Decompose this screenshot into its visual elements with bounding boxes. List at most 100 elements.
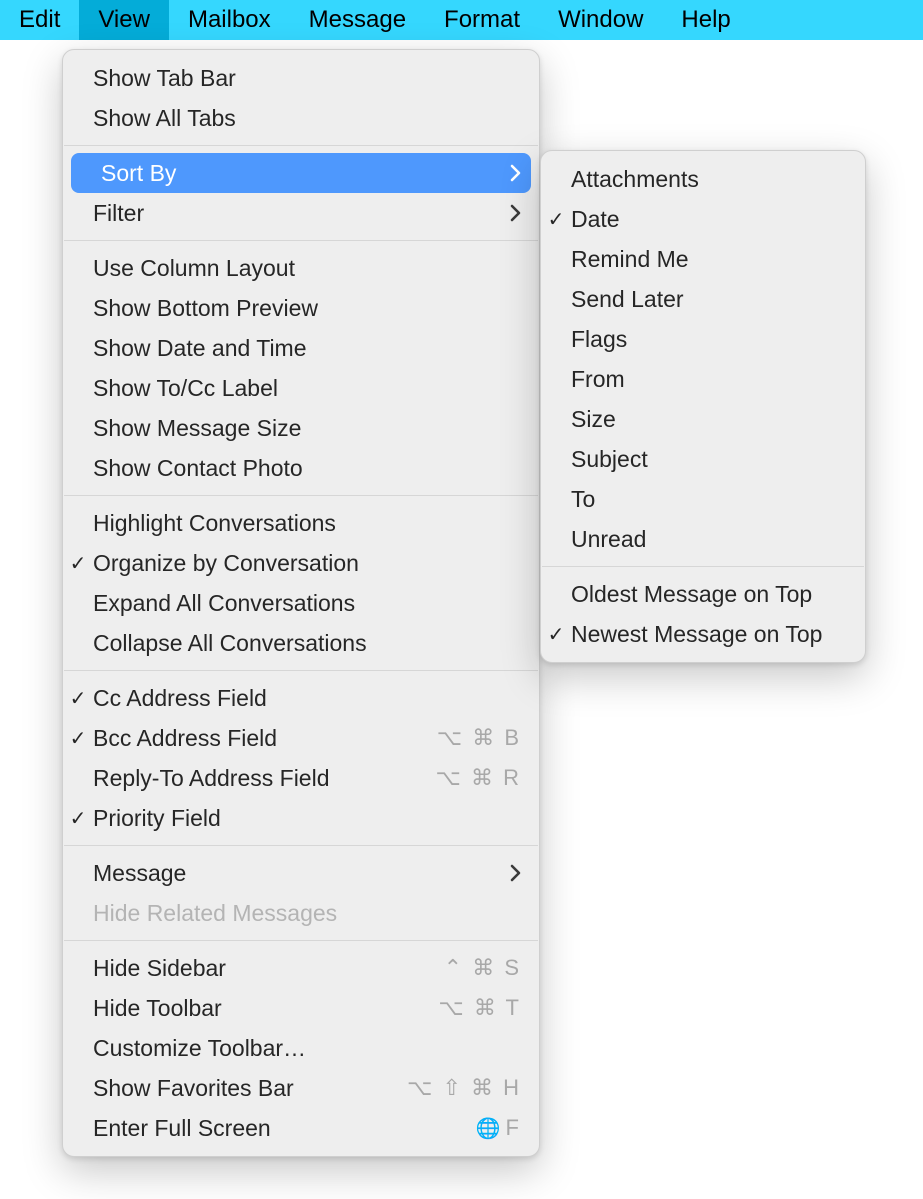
menu-item-label: Date — [571, 206, 847, 233]
menu-item-label: Attachments — [571, 166, 847, 193]
menu-item-label: Use Column Layout — [93, 255, 521, 282]
menu-item-reply-to-address-field[interactable]: Reply-To Address Field⌥ ⌘ R — [63, 758, 539, 798]
sort-item-newest-on-top[interactable]: ✓Newest Message on Top — [541, 614, 865, 654]
menu-item-label: Enter Full Screen — [93, 1115, 464, 1142]
menu-item-label: Expand All Conversations — [93, 590, 521, 617]
menu-item-label: Size — [571, 406, 847, 433]
menu-item-enter-full-screen[interactable]: Enter Full Screen 🌐F — [63, 1108, 539, 1148]
check-icon: ✓ — [63, 686, 93, 711]
sort-item-flags[interactable]: Flags — [541, 319, 865, 359]
menu-item-show-all-tabs[interactable]: Show All Tabs — [63, 98, 539, 138]
menu-item-label: Hide Toolbar — [93, 995, 426, 1022]
check-icon: ✓ — [63, 551, 93, 576]
menu-item-bcc-address-field[interactable]: ✓Bcc Address Field ⌥ ⌘ B — [63, 718, 539, 758]
menu-item-label: Reply-To Address Field — [93, 765, 424, 792]
menubar-item-format[interactable]: Format — [425, 0, 539, 40]
sort-item-send-later[interactable]: Send Later — [541, 279, 865, 319]
sort-by-submenu: Attachments ✓Date Remind Me Send Later F… — [540, 150, 866, 663]
menu-item-customize-toolbar[interactable]: Customize Toolbar… — [63, 1028, 539, 1068]
menu-item-label: Hide Related Messages — [93, 900, 521, 927]
sort-item-from[interactable]: From — [541, 359, 865, 399]
menubar-item-message[interactable]: Message — [290, 0, 425, 40]
sort-item-subject[interactable]: Subject — [541, 439, 865, 479]
menu-item-label: Unread — [571, 526, 847, 553]
menubar-item-edit[interactable]: Edit — [0, 0, 79, 40]
menu-item-organize-by-conversation[interactable]: ✓Organize by Conversation — [63, 543, 539, 583]
view-dropdown-menu: Show Tab Bar Show All Tabs Sort By Filte… — [62, 49, 540, 1157]
menu-item-label: Show Favorites Bar — [93, 1075, 395, 1102]
sort-item-size[interactable]: Size — [541, 399, 865, 439]
menu-item-show-contact-photo[interactable]: Show Contact Photo — [63, 448, 539, 488]
menu-item-label: Show Message Size — [93, 415, 521, 442]
menu-item-show-favorites-bar[interactable]: Show Favorites Bar ⌥ ⇧ ⌘ H — [63, 1068, 539, 1108]
menu-item-label: Subject — [571, 446, 847, 473]
menu-item-show-to-cc-label[interactable]: Show To/Cc Label — [63, 368, 539, 408]
menubar-item-mailbox[interactable]: Mailbox — [169, 0, 290, 40]
menu-separator — [64, 670, 538, 671]
menubar-item-help[interactable]: Help — [662, 0, 749, 40]
sort-item-remind-me[interactable]: Remind Me — [541, 239, 865, 279]
menu-item-label: Filter — [93, 200, 498, 227]
check-icon: ✓ — [63, 726, 93, 751]
menu-item-show-tab-bar[interactable]: Show Tab Bar — [63, 58, 539, 98]
keyboard-shortcut: ⌥ ⌘ B — [437, 725, 521, 751]
menubar-label: View — [98, 6, 150, 34]
sort-item-attachments[interactable]: Attachments — [541, 159, 865, 199]
menu-item-label: Flags — [571, 326, 847, 353]
menu-item-expand-all-conversations[interactable]: Expand All Conversations — [63, 583, 539, 623]
menu-item-label: Show Contact Photo — [93, 455, 521, 482]
menubar-label: Mailbox — [188, 6, 271, 34]
menu-item-show-message-size[interactable]: Show Message Size — [63, 408, 539, 448]
menu-item-label: Show Date and Time — [93, 335, 521, 362]
menu-separator — [542, 566, 864, 567]
menubar-label: Message — [309, 6, 406, 34]
menu-item-hide-sidebar[interactable]: Hide Sidebar⌃ ⌘ S — [63, 948, 539, 988]
menu-item-label: Show To/Cc Label — [93, 375, 521, 402]
menu-item-cc-address-field[interactable]: ✓Cc Address Field — [63, 678, 539, 718]
menu-item-label: Highlight Conversations — [93, 510, 521, 537]
sort-item-unread[interactable]: Unread — [541, 519, 865, 559]
menu-separator — [64, 145, 538, 146]
menu-item-label: Priority Field — [93, 805, 521, 832]
menu-item-hide-toolbar[interactable]: Hide Toolbar⌥ ⌘ T — [63, 988, 539, 1028]
keyboard-shortcut: ⌥ ⇧ ⌘ H — [407, 1075, 521, 1101]
menu-item-highlight-conversations[interactable]: Highlight Conversations — [63, 503, 539, 543]
menu-item-show-bottom-preview[interactable]: Show Bottom Preview — [63, 288, 539, 328]
chevron-right-icon — [510, 864, 521, 882]
menu-separator — [64, 495, 538, 496]
menu-item-label: Oldest Message on Top — [571, 581, 847, 608]
menu-item-label: Message — [93, 860, 498, 887]
menubar-item-window[interactable]: Window — [539, 0, 662, 40]
chevron-right-icon — [510, 204, 521, 222]
check-icon: ✓ — [541, 622, 571, 647]
menu-item-label: Sort By — [101, 160, 498, 187]
menu-item-label: Customize Toolbar… — [93, 1035, 521, 1062]
chevron-right-icon — [510, 164, 521, 182]
menubar-item-view[interactable]: View — [79, 0, 169, 40]
sort-item-to[interactable]: To — [541, 479, 865, 519]
menu-item-priority-field[interactable]: ✓Priority Field — [63, 798, 539, 838]
sort-item-date[interactable]: ✓Date — [541, 199, 865, 239]
shortcut-key: F — [506, 1115, 521, 1140]
menu-item-use-column-layout[interactable]: Use Column Layout — [63, 248, 539, 288]
menu-separator — [64, 845, 538, 846]
sort-item-oldest-on-top[interactable]: Oldest Message on Top — [541, 574, 865, 614]
menu-item-label: Organize by Conversation — [93, 550, 521, 577]
menu-separator — [64, 240, 538, 241]
menu-item-label: Send Later — [571, 286, 847, 313]
menu-item-sort-by[interactable]: Sort By — [71, 153, 531, 193]
menu-item-label: Remind Me — [571, 246, 847, 273]
menu-item-label: Bcc Address Field — [93, 725, 425, 752]
menu-item-label: To — [571, 486, 847, 513]
menu-item-message-submenu[interactable]: Message — [63, 853, 539, 893]
keyboard-shortcut: 🌐F — [476, 1115, 521, 1142]
menu-item-show-date-and-time[interactable]: Show Date and Time — [63, 328, 539, 368]
menu-item-label: Show All Tabs — [93, 105, 521, 132]
menu-item-label: Cc Address Field — [93, 685, 521, 712]
menu-item-label: Newest Message on Top — [571, 621, 847, 648]
menu-item-collapse-all-conversations[interactable]: Collapse All Conversations — [63, 623, 539, 663]
menu-item-filter[interactable]: Filter — [63, 193, 539, 233]
menu-item-label: From — [571, 366, 847, 393]
check-icon: ✓ — [541, 207, 571, 232]
menubar-label: Help — [681, 6, 730, 34]
